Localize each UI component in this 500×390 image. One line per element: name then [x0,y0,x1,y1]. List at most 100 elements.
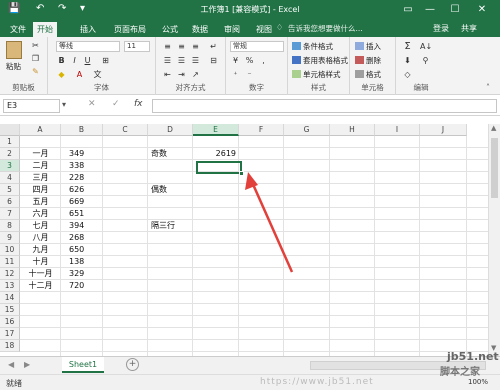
zoom-level[interactable]: 100% [468,378,488,386]
cell-b12[interactable]: 329 [69,268,84,280]
wrap-text-icon[interactable]: ↵ [208,41,219,52]
row-header-12[interactable]: 12 [0,268,20,280]
paste-button[interactable]: 粘贴 [6,61,21,72]
name-box[interactable]: E3 [3,99,60,113]
select-all-corner[interactable] [0,124,20,136]
tab-home[interactable]: 开始 [33,22,57,37]
font-size-select[interactable]: 11 [124,41,150,52]
font-color-icon[interactable]: A [74,69,85,80]
cell-b7[interactable]: 651 [69,208,84,220]
prev-sheet-icon[interactable]: ◀ [8,360,14,369]
row-header-14[interactable]: 14 [0,292,20,304]
tab-view[interactable]: 视图 [252,22,276,37]
row-header-16[interactable]: 16 [0,316,20,328]
formula-input[interactable] [152,99,497,113]
tell-me-box[interactable]: 告诉我您想要做什么... [288,23,363,34]
sort-filter-icon[interactable]: A↓ [420,41,432,52]
row-header-13[interactable]: 13 [0,280,20,292]
minimize-button[interactable]: — [420,2,440,18]
cell-b6[interactable]: 669 [69,196,84,208]
tab-review[interactable]: 审阅 [220,22,244,37]
scroll-up-icon[interactable]: ▲ [491,124,496,132]
insert-button[interactable]: 插入 [355,41,381,52]
increase-indent-icon[interactable]: ⇥ [176,69,187,80]
cell-b3[interactable]: 338 [69,160,84,172]
decrease-indent-icon[interactable]: ⇤ [162,69,173,80]
column-header-c[interactable]: C [103,124,148,136]
cut-icon[interactable]: ✂ [30,40,41,51]
vertical-scrollbar[interactable]: ▲ ▼ [488,124,500,356]
row-header-11[interactable]: 11 [0,256,20,268]
column-header-b[interactable]: B [61,124,103,136]
column-header-g[interactable]: G [284,124,330,136]
row-header-10[interactable]: 10 [0,244,20,256]
comma-button[interactable]: , [258,55,269,66]
currency-icon[interactable]: ¥ [230,55,241,66]
row-header-18[interactable]: 18 [0,340,20,352]
bold-button[interactable]: B [56,55,67,66]
column-header-j[interactable]: J [420,124,467,136]
font-name-select[interactable]: 等线 [56,41,120,52]
delete-button[interactable]: 删除 [355,55,381,66]
cell-b8[interactable]: 394 [69,220,84,232]
align-bottom-icon[interactable]: ≡ [190,41,201,52]
merge-center-icon[interactable]: ⊟ [208,55,219,66]
worksheet-grid[interactable]: ABCDEFGHIJ 1 2 3 4 5 6 7 8 9 10 11 12 13 14 15 16 17 18 一… [0,124,488,356]
enter-icon[interactable]: ✓ [112,99,120,109]
next-sheet-icon[interactable]: ▶ [24,360,30,369]
cell-a11[interactable]: 十月 [20,256,61,268]
number-format-select[interactable]: 常规 [230,41,284,52]
column-header-d[interactable]: D [148,124,193,136]
row-header-6[interactable]: 6 [0,196,20,208]
cell-b10[interactable]: 650 [69,244,84,256]
login-link[interactable]: 登录 [433,23,449,34]
cell-b2[interactable]: 349 [69,148,84,160]
cell-a6[interactable]: 五月 [20,196,61,208]
conditional-format-button[interactable]: 条件格式 [292,41,333,52]
format-painter-icon[interactable]: ✎ [30,66,41,77]
fill-color-icon[interactable]: ◆ [56,69,67,80]
orientation-icon[interactable]: ↗ [190,69,201,80]
row-header-8[interactable]: 8 [0,220,20,232]
add-sheet-button[interactable]: + [126,358,139,371]
cancel-icon[interactable]: ✕ [88,99,96,109]
column-header-e[interactable]: E [193,124,239,136]
tab-insert[interactable]: 插入 [76,22,100,37]
close-button[interactable]: ✕ [472,2,492,18]
row-header-2[interactable]: 2 [0,148,20,160]
cell-a10[interactable]: 九月 [20,244,61,256]
cell-b13[interactable]: 720 [69,280,84,292]
cell-b5[interactable]: 626 [69,184,84,196]
cell-a13[interactable]: 十二月 [20,280,61,292]
align-center-icon[interactable]: ☰ [176,55,187,66]
cell-a5[interactable]: 四月 [20,184,61,196]
cell-a2[interactable]: 一月 [20,148,61,160]
tab-formulas[interactable]: 公式 [158,22,182,37]
ribbon-display-icon[interactable]: ▭ [398,2,418,18]
cell-a9[interactable]: 八月 [20,232,61,244]
cell-b4[interactable]: 228 [69,172,84,184]
format-as-table-button[interactable]: 套用表格格式 [292,55,348,66]
active-cell-selection[interactable] [196,161,242,174]
fill-handle[interactable] [239,171,244,176]
increase-decimal-icon[interactable]: ⁺ [230,69,241,80]
borders-icon[interactable]: ⊞ [100,55,111,66]
sheet-tab-sheet1[interactable]: Sheet1 [62,357,104,373]
insert-function-icon[interactable]: fx [134,99,143,109]
align-top-icon[interactable]: ≡ [162,41,173,52]
row-header-9[interactable]: 9 [0,232,20,244]
cell-a7[interactable]: 六月 [20,208,61,220]
fill-icon[interactable]: ⬇ [402,55,413,66]
cell-b9[interactable]: 268 [69,232,84,244]
cell-styles-button[interactable]: 单元格样式 [292,69,341,80]
cell-d5[interactable]: 偶数 [151,184,167,196]
phonetic-icon[interactable]: 文 [92,69,103,80]
paste-icon[interactable] [6,41,22,59]
row-header-4[interactable]: 4 [0,172,20,184]
tab-file[interactable]: 文件 [6,22,30,37]
cell-d8[interactable]: 隔三行 [151,220,175,232]
row-header-3[interactable]: 3 [0,160,20,172]
column-header-i[interactable]: I [375,124,420,136]
row-header-17[interactable]: 17 [0,328,20,340]
cell-a3[interactable]: 二月 [20,160,61,172]
